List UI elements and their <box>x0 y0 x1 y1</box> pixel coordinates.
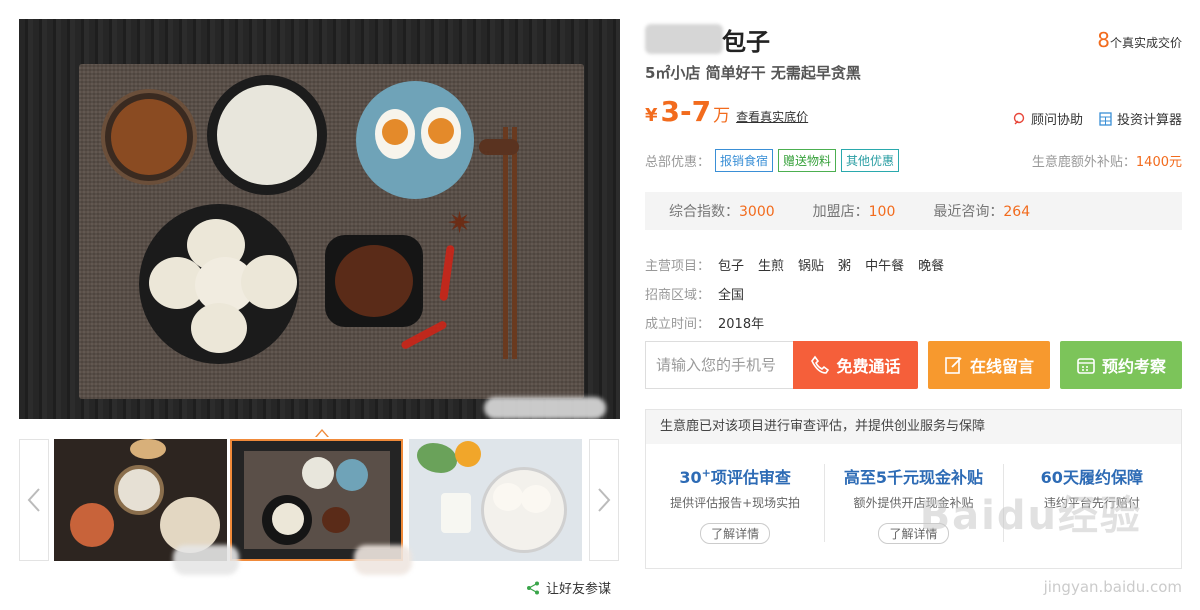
price-row: ¥ 3-7 万 查看真实底价 <box>645 95 808 128</box>
stat-index-value: 3000 <box>739 204 775 220</box>
promo-label: 总部优惠： <box>645 155 711 170</box>
subsidy-label: 生意鹿额外补贴： <box>1031 155 1136 170</box>
subsidy-value: 1400元 <box>1135 155 1182 170</box>
price-range: 3-7 <box>660 95 712 128</box>
promo-tag-materials: 赠送物料 <box>778 149 837 172</box>
project-item[interactable]: 包子 <box>718 255 744 274</box>
share-button[interactable]: 让好友参谋 <box>526 578 611 597</box>
thumbnail-1[interactable] <box>54 439 227 561</box>
attr-projects-values: 包子 生煎 锅贴 粥 中午餐 晚餐 <box>718 255 944 274</box>
active-thumb-caret <box>315 429 329 438</box>
project-item[interactable]: 锅贴 <box>798 255 824 274</box>
share-label: 让好友参谋 <box>546 582 612 597</box>
calendar-icon <box>1077 358 1095 374</box>
schedule-visit-label: 预约考察 <box>1101 357 1166 376</box>
free-call-button[interactable]: 免费通话 <box>793 341 918 389</box>
thumb-prev-button[interactable] <box>19 439 49 561</box>
attr-founded: 成立时间： 2018年 <box>645 308 944 337</box>
product-slogan: 5㎡小店 简单好干 无需起早贪黑 <box>645 64 861 82</box>
promo-row: 总部优惠： 报销食宿 赠送物料 其他优惠 生意鹿额外补贴：1400元 <box>645 149 1182 172</box>
attr-region-label: 招商区域： <box>645 288 711 303</box>
stat-stores-label: 加盟店： <box>812 204 869 220</box>
stats-bar: 综合指数：3000 加盟店：100 最近咨询：264 <box>645 192 1182 230</box>
subsidy: 生意鹿额外补贴：1400元 <box>1032 151 1182 170</box>
deal-count-number: 8 <box>1097 28 1110 52</box>
stat-stores: 加盟店：100 <box>813 201 896 221</box>
stat-stores-value: 100 <box>868 204 896 220</box>
price-unit: 万 <box>713 106 731 126</box>
attr-founded-label: 成立时间： <box>645 317 711 332</box>
calculator-label: 投资计算器 <box>1116 113 1182 128</box>
promo-tag-lodging: 报销食宿 <box>715 149 774 172</box>
consultant-icon <box>1013 112 1025 124</box>
currency-symbol: ¥ <box>645 105 658 126</box>
thumb-next-button[interactable] <box>589 439 619 561</box>
attr-region-value: 全国 <box>718 288 745 303</box>
promo-tag-other: 其他优惠 <box>841 149 900 172</box>
edit-icon <box>945 357 962 374</box>
chevron-left-icon <box>27 488 40 512</box>
guarantee-evaluation-more-button[interactable]: 了解详情 <box>700 523 771 544</box>
baidu-watermark-url: jingyan.baidu.com <box>1043 578 1182 596</box>
deal-count-label: 个真实成交价 <box>1109 36 1182 50</box>
attr-founded-value: 2018年 <box>718 317 765 332</box>
view-real-price-link[interactable]: 查看真实底价 <box>736 108 808 125</box>
stat-index: 综合指数：3000 <box>669 201 775 221</box>
calculator-button[interactable]: 投资计算器 <box>1099 109 1182 128</box>
schedule-visit-button[interactable]: 预约考察 <box>1060 341 1182 389</box>
tools: 顾问协助 投资计算器 <box>1012 109 1182 128</box>
product-title: 包子 <box>722 28 770 56</box>
project-item[interactable]: 粥 <box>838 255 851 274</box>
stat-inquiries: 最近咨询：264 <box>933 201 1030 221</box>
stat-inquiries-label: 最近咨询： <box>933 204 1004 220</box>
free-call-label: 免费通话 <box>836 357 901 376</box>
guarantee-header: 生意鹿已对该项目进行审查评估，并提供创业服务与保障 <box>646 410 1181 444</box>
guarantee-evaluation-desc: 提供评估报告+现场实拍 <box>670 496 801 510</box>
guarantee-evaluation-title: 30+项评估审查 <box>679 466 791 487</box>
stat-inquiries-value: 264 <box>1003 204 1031 220</box>
chevron-right-icon <box>598 488 611 512</box>
calculator-icon <box>1099 111 1112 126</box>
thumbnail-2[interactable] <box>230 439 403 561</box>
main-product-photo: ✷ <box>19 19 620 419</box>
attr-projects: 主营项目： 包子 生煎 锅贴 粥 中午餐 晚餐 <box>645 250 944 279</box>
share-icon <box>527 581 539 594</box>
phone-input[interactable] <box>645 341 793 389</box>
baidu-watermark: Baidu经验 <box>919 493 1142 539</box>
attributes: 主营项目： 包子 生煎 锅贴 粥 中午餐 晚餐 招商区域： 全国 成立时间： 2… <box>645 250 944 337</box>
online-message-button[interactable]: 在线留言 <box>928 341 1050 389</box>
project-item[interactable]: 晚餐 <box>918 255 944 274</box>
attr-projects-label: 主营项目： <box>645 259 711 274</box>
project-item[interactable]: 生煎 <box>758 255 784 274</box>
guarantee-evaluation: 30+项评估审查 提供评估报告+现场实拍 了解详情 <box>646 464 824 544</box>
consultant-label: 顾问协助 <box>1030 113 1083 128</box>
deal-count[interactable]: 8个真实成交价 <box>1097 28 1182 52</box>
thumbnail-strip <box>19 429 620 575</box>
stat-index-label: 综合指数： <box>669 204 739 220</box>
brand-name-redacted <box>645 24 723 54</box>
project-item[interactable]: 中午餐 <box>865 255 904 274</box>
thumbnail-3[interactable] <box>409 439 582 561</box>
online-message-label: 在线留言 <box>969 357 1034 376</box>
consultant-button[interactable]: 顾问协助 <box>1012 109 1083 128</box>
attr-region: 招商区域： 全国 <box>645 279 944 308</box>
phone-icon <box>811 355 830 374</box>
